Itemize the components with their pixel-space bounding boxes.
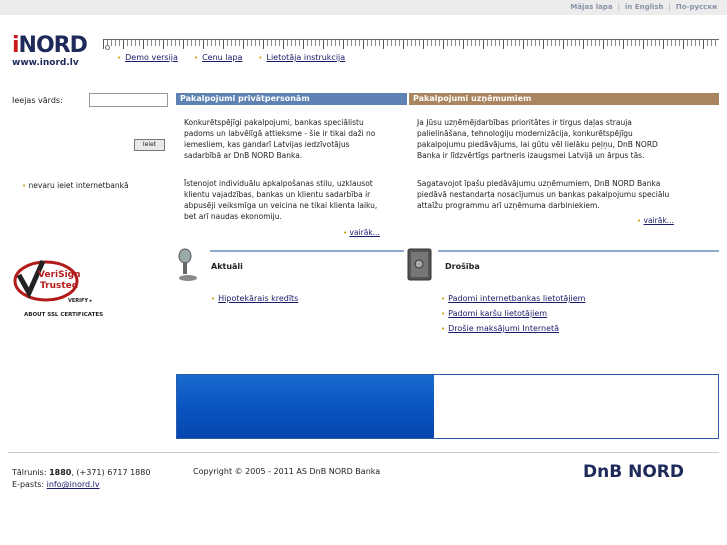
news-link[interactable]: Hipotekārais kredīts [218, 294, 298, 303]
business-para-2: Sagatavojot īpašu piedāvājumu uzņēmumiem… [417, 179, 670, 210]
security-list: • Padomi internetbankas lietotājiem • Pado… [441, 291, 585, 336]
login-button[interactable]: Ieiet [134, 139, 165, 151]
phone-short: 1880 [49, 468, 72, 477]
banner-blue-panel [177, 375, 434, 438]
microphone-icon [178, 248, 197, 281]
bullet-icon: • [193, 53, 199, 62]
logo-url: www.inord.lv [12, 58, 79, 68]
footer-contacts: Tālrunis: 1880, (+371) 6717 1880 E-pasts… [12, 467, 150, 491]
nav-instructions[interactable]: Lietotāja instrukcija [267, 53, 346, 62]
email-label: E-pasts: [12, 480, 47, 489]
nav-demo[interactable]: Demo versija [125, 53, 178, 62]
bullet-icon: • [441, 309, 446, 318]
list-item[interactable]: • Padomi karšu lietotājiem [441, 306, 585, 321]
private-more-link[interactable]: • vairāk... [343, 228, 380, 237]
security-title: Drošība [445, 262, 480, 271]
cannot-login-link[interactable]: • nevaru ieiet internetbankā [22, 181, 129, 190]
list-item[interactable]: • Padomi internetbankas lietotājiem [441, 291, 585, 306]
business-header: Pakalpojumi uzņēmumiem [409, 93, 719, 105]
username-input[interactable] [89, 93, 168, 107]
safe-icon [407, 248, 432, 281]
news-list: • Hipotekārais kredīts [211, 291, 298, 306]
verisign-line2: Trusted [40, 281, 78, 291]
bullet-icon: • [637, 217, 642, 225]
verisign-about-link[interactable]: ABOUT SSL CERTIFICATES [24, 312, 103, 318]
bullet-icon: • [22, 182, 27, 190]
security-link[interactable]: Drošie maksājumi Internetā [448, 324, 559, 333]
bullet-icon: • [117, 53, 122, 62]
private-header: Pakalpojumi privātpersonām [176, 93, 407, 105]
list-item[interactable]: • Hipotekārais kredīts [211, 291, 298, 306]
bullet-icon: • [258, 53, 263, 62]
verisign-verify: VERIFY ▸ [68, 298, 93, 304]
bullet-icon: • [441, 324, 446, 333]
dnb-nord-logo[interactable]: DnB NORD [583, 462, 684, 482]
private-para-2: Īstenojot individuālu apkalpošanas stilu… [184, 179, 378, 221]
link-english[interactable]: in English [625, 3, 664, 11]
logo-nord: NORD [18, 33, 88, 58]
news-divider [210, 250, 404, 252]
top-nav: • Demo versija • Cenu lapa • Lietotāja inst… [117, 53, 345, 62]
bullet-icon: • [211, 294, 216, 303]
username-label: Ieejas vārds: [12, 96, 63, 105]
security-link[interactable]: Padomi internetbankas lietotājiem [448, 294, 585, 303]
verisign-seal[interactable]: VeriSign Trusted VERIFY ▸ [13, 257, 103, 307]
security-link[interactable]: Padomi karšu lietotājiem [448, 309, 547, 318]
cannot-login-text: nevaru ieiet internetbankā [28, 181, 129, 190]
logo-i: i [12, 33, 19, 58]
news-title: Aktuāli [211, 262, 243, 271]
copyright: Copyright © 2005 - 2011 AS DnB NORD Bank… [193, 467, 381, 476]
business-more-link[interactable]: • vairāk... [637, 216, 674, 225]
phone-label: Tālrunis: [12, 468, 50, 477]
security-divider [438, 250, 719, 252]
link-russian[interactable]: По-русски [676, 3, 717, 11]
private-more-text[interactable]: vairāk... [350, 228, 380, 237]
verisign-line1: VeriSign [38, 270, 81, 280]
bullet-icon: • [441, 294, 446, 303]
private-para-1: Konkurētspējīgi pakalpojumi, bankas spec… [184, 118, 376, 160]
business-more-text[interactable]: vairāk... [644, 216, 674, 225]
list-item[interactable]: • Drošie maksājumi Internetā [441, 321, 585, 336]
link-home[interactable]: Mājas lapa [570, 3, 612, 11]
nav-prices[interactable]: Cenu lapa [202, 53, 242, 62]
footer-divider [8, 452, 719, 453]
business-para-1: Ja Jūsu uzņēmējdarbības prioritātes ir t… [417, 118, 658, 160]
inord-logo[interactable]: i NORD www.inord.lv [12, 33, 96, 69]
promo-banner[interactable] [176, 374, 719, 439]
bullet-icon: • [343, 229, 348, 237]
language-links: Mājas lapa | in English | По-русски [570, 3, 717, 11]
email-link[interactable]: info@inord.lv [47, 480, 100, 489]
header-ruler-major-ticks [103, 39, 719, 51]
phone-rest: , (+371) 6717 1880 [71, 468, 151, 477]
